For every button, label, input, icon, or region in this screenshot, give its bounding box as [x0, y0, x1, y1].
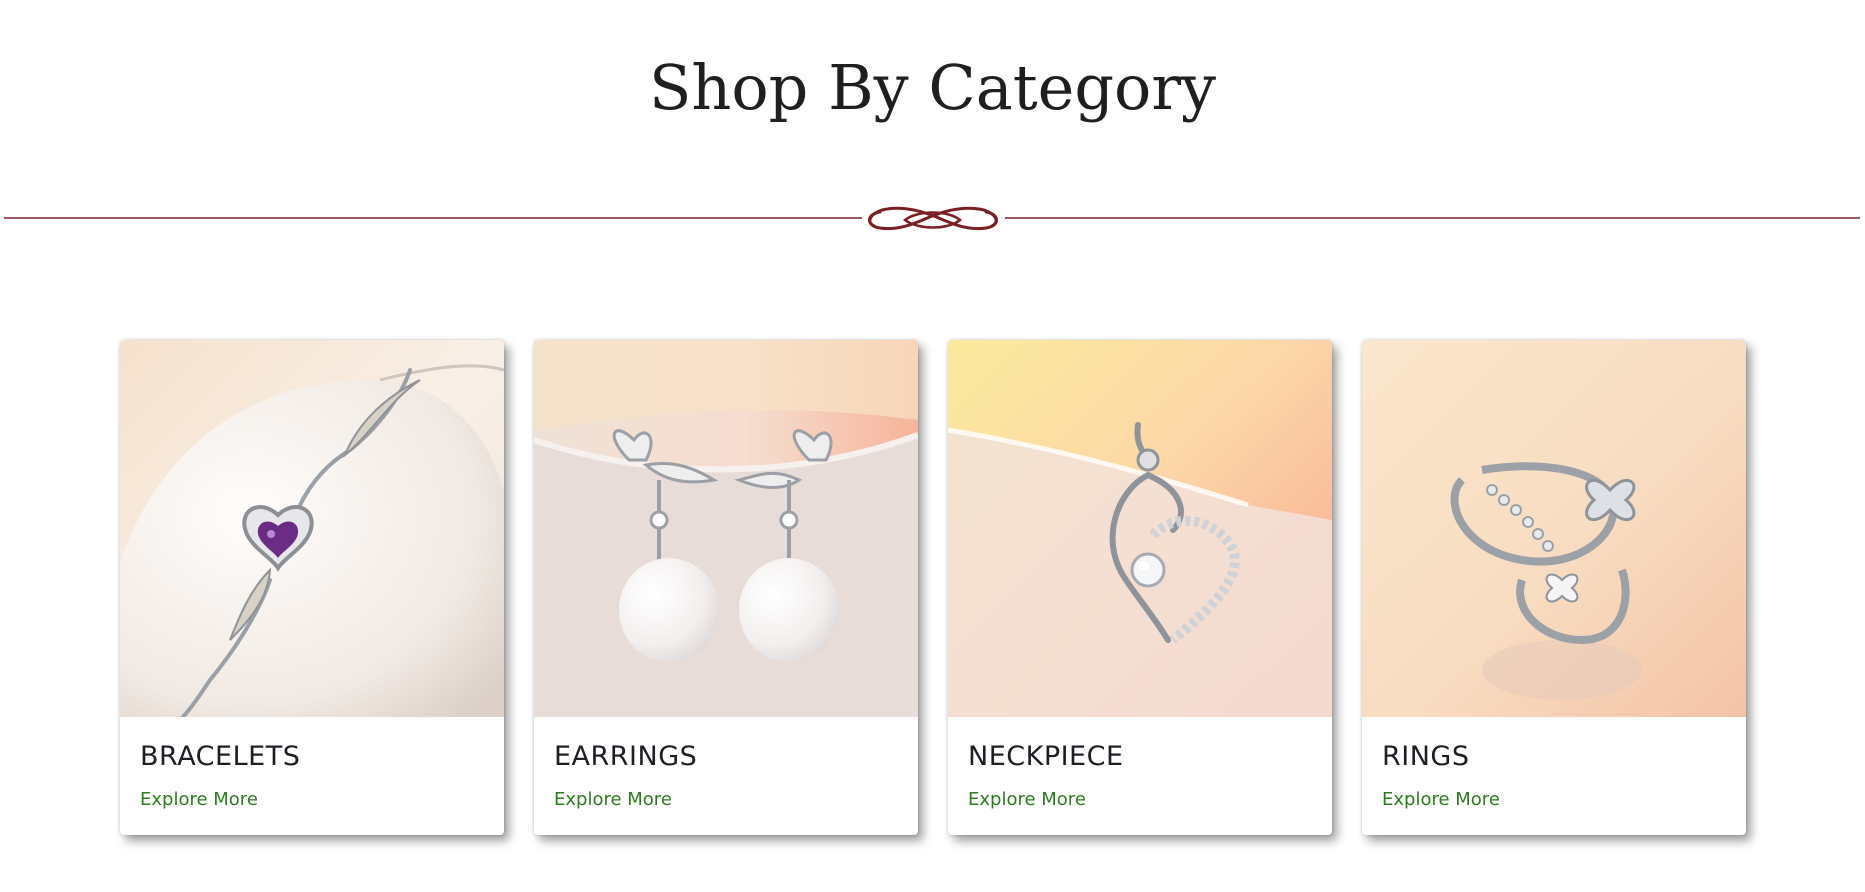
- category-title: EARRINGS: [554, 741, 698, 772]
- category-card-rings[interactable]: RINGS Explore More: [1362, 340, 1746, 835]
- category-card-neckpiece[interactable]: NECKPIECE Explore More: [948, 340, 1332, 835]
- category-grid: BRACELETS Explore More EARRINGS Explore …: [0, 0, 1865, 892]
- explore-more-link[interactable]: Explore More: [1382, 788, 1500, 812]
- ring-image[interactable]: [1362, 340, 1746, 717]
- category-title: RINGS: [1382, 741, 1470, 772]
- category-title: BRACELETS: [140, 741, 301, 772]
- earrings-image[interactable]: [534, 340, 918, 717]
- explore-more-link[interactable]: Explore More: [968, 788, 1086, 812]
- category-card-bracelets[interactable]: BRACELETS Explore More: [120, 340, 504, 835]
- explore-more-link[interactable]: Explore More: [554, 788, 672, 812]
- bracelet-image[interactable]: [120, 340, 504, 717]
- neckpiece-image[interactable]: [948, 340, 1332, 717]
- explore-more-link[interactable]: Explore More: [140, 788, 258, 812]
- category-title: NECKPIECE: [968, 741, 1124, 772]
- category-card-earrings[interactable]: EARRINGS Explore More: [534, 340, 918, 835]
